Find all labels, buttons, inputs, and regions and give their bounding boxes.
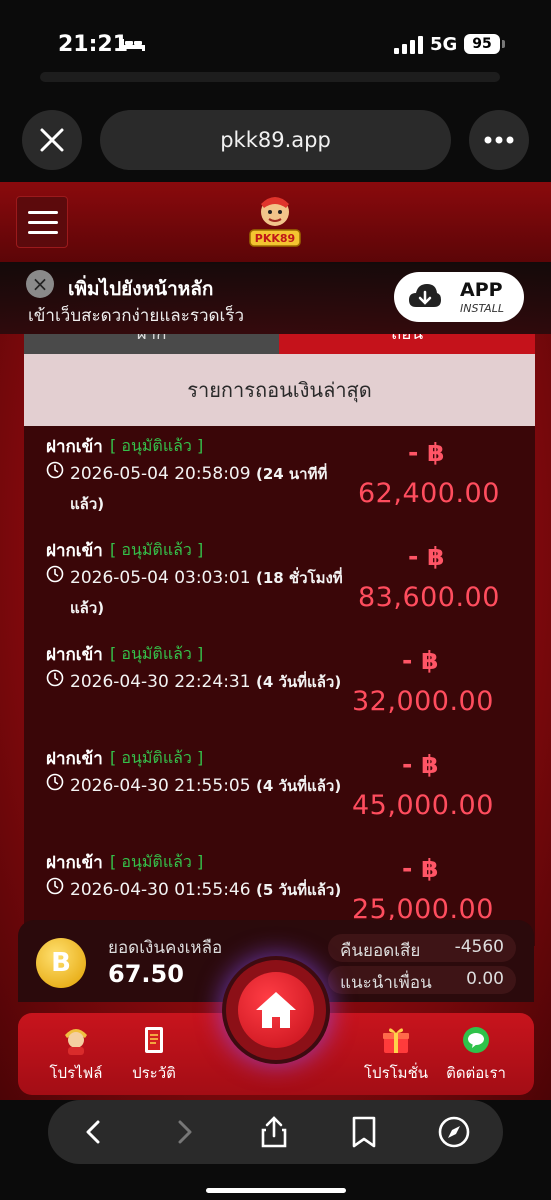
- tab-strip: [40, 72, 500, 82]
- transaction-amount: 45,000.00: [352, 790, 494, 821]
- referral-label: แนะนำเพื่อน: [340, 973, 432, 993]
- baht-sign: - ฿: [402, 646, 439, 675]
- site-logo[interactable]: PKK89: [244, 192, 306, 252]
- cloud-download-icon: [409, 284, 441, 307]
- status-badge: [ อนุมัติแล้ว ]: [110, 852, 204, 871]
- referral-pill[interactable]: แนะนำเพื่อน 0.00: [328, 966, 516, 994]
- transaction-amount: 83,600.00: [358, 582, 500, 613]
- browser-top-chrome: 21:21 5G 95 pkk89.app: [0, 0, 551, 182]
- clock-icon: [46, 773, 64, 791]
- hamburger-menu-button[interactable]: [16, 196, 68, 248]
- clock-icon: [46, 565, 64, 583]
- cellular-signal-icon: [394, 36, 423, 54]
- site-header: PKK89: [0, 182, 551, 264]
- transaction-row: ฝากเข้า [ อนุมัติแล้ว ] 2026-05-04 03:03…: [24, 530, 535, 634]
- status-badge: [ อนุมัติแล้ว ]: [110, 436, 204, 455]
- transaction-list: ฝากเข้า [ อนุมัติแล้ว ] 2026-05-04 20:58…: [24, 426, 535, 946]
- baht-sign: - ฿: [402, 854, 439, 883]
- baht-sign: - ฿: [408, 542, 445, 571]
- transaction-row: ฝากเข้า [ อนุมัติแล้ว ] 2026-05-04 20:58…: [24, 426, 535, 530]
- panel-title: รายการถอนเงินล่าสุด: [24, 354, 535, 426]
- banner-close-icon[interactable]: ×: [26, 270, 54, 298]
- nav-contact[interactable]: ติดต่อเรา: [436, 1025, 516, 1085]
- status-time: 21:21: [58, 32, 129, 57]
- transaction-datetime: 2026-04-30 22:24:31 (4 วันที่แล้ว): [70, 672, 342, 692]
- transaction-datetime: 2026-05-04 20:58:09 (24 นาทีที่แล้ว): [70, 464, 328, 513]
- status-bar: 21:21 5G 95: [0, 26, 551, 66]
- home-icon: [256, 992, 296, 1028]
- time-ago: (4 วันที่แล้ว): [255, 777, 342, 795]
- line-chat-icon: [463, 1027, 489, 1053]
- transaction-row: ฝากเข้า [ อนุมัติแล้ว ] 2026-04-30 21:55…: [24, 738, 535, 842]
- status-badge: [ อนุมัติแล้ว ]: [110, 748, 204, 767]
- banner-title: เพิ่มไปยังหน้าหลัก: [68, 278, 214, 300]
- transaction-type: ฝากเข้า: [46, 749, 103, 769]
- transaction-type: ฝากเข้า: [46, 541, 103, 561]
- svg-text:PKK89: PKK89: [255, 232, 295, 245]
- transaction-type: ฝากเข้า: [46, 437, 103, 457]
- tab-deposit[interactable]: ฝาก: [24, 334, 279, 354]
- clock-icon: [46, 669, 64, 687]
- status-badge: [ อนุมัติแล้ว ]: [110, 644, 204, 663]
- cashback-pill[interactable]: คืนยอดเสีย -4560: [328, 934, 516, 962]
- time-ago: (4 วันที่แล้ว): [255, 673, 342, 691]
- transaction-amount: 62,400.00: [358, 478, 500, 509]
- status-badge: [ อนุมัติแล้ว ]: [110, 540, 204, 559]
- close-icon: [40, 128, 64, 152]
- share-icon[interactable]: [256, 1114, 292, 1150]
- battery-level: 95: [464, 34, 505, 54]
- forward-icon[interactable]: [166, 1114, 202, 1150]
- referral-value: 0.00: [466, 969, 504, 989]
- toolbar-pill: [48, 1100, 503, 1164]
- balance-value: 67.50: [108, 960, 184, 988]
- add-to-home-banner: × เพิ่มไปยังหน้าหลัก เข้าเว็บสะดวกง่ายแล…: [0, 262, 551, 334]
- transaction-datetime: 2026-05-04 03:03:01 (18 ชั่วโมงที่แล้ว): [70, 568, 343, 617]
- app-install-button[interactable]: APP INSTALL: [394, 272, 524, 322]
- sleep-mode-icon: [121, 39, 145, 51]
- history-document-icon: [145, 1027, 163, 1053]
- coin-icon: B: [36, 938, 86, 988]
- close-tab-button[interactable]: [22, 110, 82, 170]
- clock-icon: [46, 877, 64, 895]
- address-bar[interactable]: pkk89.app: [100, 110, 451, 170]
- safari-toolbar: [0, 1100, 551, 1200]
- banner-subtitle: เข้าเว็บสะดวกง่ายและรวดเร็ว: [28, 306, 245, 326]
- network-type: 5G: [430, 34, 458, 55]
- cashback-label: คืนยอดเสีย: [340, 941, 421, 961]
- app-label: APP: [460, 279, 503, 301]
- clock-icon: [46, 461, 64, 479]
- compass-icon[interactable]: [436, 1114, 472, 1150]
- nav-promotion[interactable]: โปรโมชั่น: [356, 1025, 436, 1085]
- transaction-amount: 32,000.00: [352, 686, 494, 717]
- transaction-datetime: 2026-04-30 21:55:05 (4 วันที่แล้ว): [70, 776, 342, 796]
- more-icon: [484, 136, 514, 144]
- transaction-datetime: 2026-04-30 01:55:46 (5 วันที่แล้ว): [70, 880, 342, 900]
- balance-label: ยอดเงินคงเหลือ: [108, 938, 223, 958]
- baht-sign: - ฿: [402, 750, 439, 779]
- time-ago: (5 วันที่แล้ว): [255, 881, 342, 899]
- gift-box-icon: [383, 1028, 409, 1053]
- nav-history[interactable]: ประวัติ: [114, 1025, 194, 1085]
- home-button[interactable]: [226, 960, 326, 1060]
- tab-withdraw[interactable]: ถอน: [279, 334, 535, 354]
- baht-sign: - ฿: [408, 438, 445, 467]
- bookmarks-icon[interactable]: [346, 1114, 382, 1150]
- more-options-button[interactable]: [469, 110, 529, 170]
- home-indicator: [206, 1188, 346, 1193]
- transaction-row: ฝากเข้า [ อนุมัติแล้ว ] 2026-04-30 22:24…: [24, 634, 535, 738]
- nav-profile[interactable]: โปรไฟล์: [36, 1025, 116, 1085]
- install-label: INSTALL: [460, 302, 504, 315]
- transaction-type: ฝากเข้า: [46, 853, 103, 873]
- transaction-type: ฝากเข้า: [46, 645, 103, 665]
- profile-avatar-icon: [65, 1029, 87, 1055]
- back-icon[interactable]: [76, 1114, 112, 1150]
- cashback-value: -4560: [454, 937, 504, 957]
